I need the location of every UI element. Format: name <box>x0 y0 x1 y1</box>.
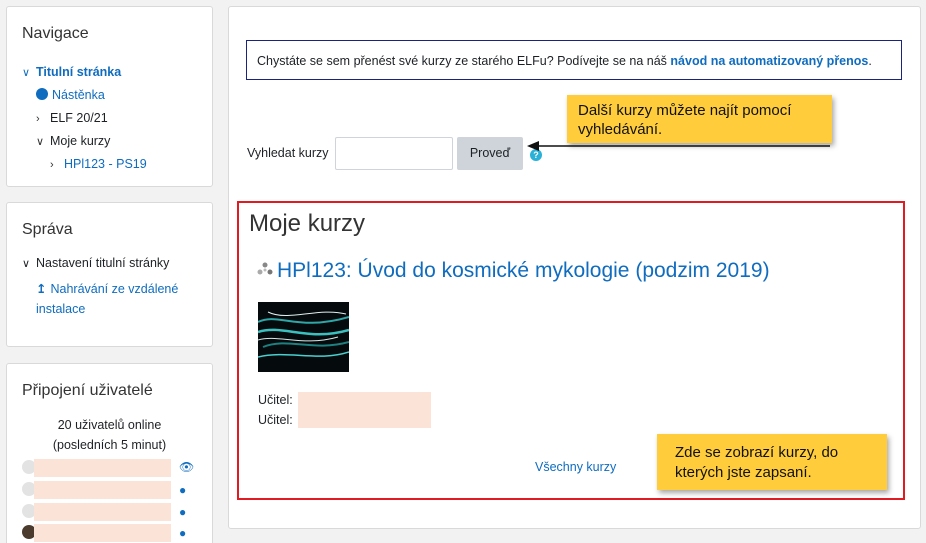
user-row[interactable]: ● <box>22 503 202 521</box>
dashboard-icon <box>36 88 48 100</box>
navigation-list: ∨ Titulní stránka Nástěnka › ELF 20/21 ∨ Mo… <box>22 61 147 176</box>
eye-icon[interactable]: 👁 <box>179 460 194 474</box>
course-title-link[interactable]: HPl123: Úvod do kosmické mykologie (podz… <box>277 259 770 283</box>
tooltip-line: kterých jste zapsaní. <box>675 464 812 481</box>
chevron-down-icon: ∨ <box>36 136 45 148</box>
nav-item-course[interactable]: › HPl123 - PS19 <box>22 153 147 176</box>
notice-banner: Chystáte se sem přenést své kurzy ze sta… <box>246 40 902 80</box>
nav-item-label[interactable]: Moje kurzy <box>50 134 110 148</box>
nav-item-elf[interactable]: › ELF 20/21 <box>22 107 147 130</box>
search-input[interactable] <box>335 137 453 170</box>
upload-icon: ↥ <box>36 282 47 296</box>
nav-item-label[interactable]: HPl123 - PS19 <box>64 157 147 171</box>
navigation-title: Navigace <box>22 25 89 42</box>
message-icon[interactable]: ● <box>179 526 186 540</box>
teacher-label: Učitel: <box>258 413 293 427</box>
blurred-username <box>34 481 171 499</box>
online-period: (posledních 5 minut) <box>52 438 167 452</box>
user-row[interactable]: ● <box>22 524 202 542</box>
blurred-username <box>34 503 171 521</box>
tooltip-line: Další kurzy můžete najít pomocí <box>578 102 792 119</box>
teacher-label: Učitel: <box>258 393 293 407</box>
navigation-block: Navigace ∨ Titulní stránka Nástěnka › ELF … <box>6 6 213 187</box>
blurred-teacher-name <box>298 410 431 428</box>
user-row[interactable]: 👁 <box>22 459 202 477</box>
nav-item-label[interactable]: ELF 20/21 <box>50 111 108 125</box>
blurred-teacher-name <box>298 392 431 410</box>
chevron-right-icon: › <box>36 113 40 125</box>
nav-item-home[interactable]: ∨ Titulní stránka <box>22 61 147 84</box>
course-image-art <box>258 311 349 358</box>
nav-item-label[interactable]: Titulní stránka <box>36 65 121 79</box>
online-users-block: Připojení uživatelé 20 uživatelů online … <box>6 363 213 543</box>
nav-item-dashboard[interactable]: Nástěnka <box>22 84 147 107</box>
courses-tooltip: Zde se zobrazí kurzy, do kterých jste za… <box>657 434 887 490</box>
course-image[interactable] <box>258 302 349 372</box>
admin-item-label-cont[interactable]: instalace <box>36 302 85 316</box>
online-users-title: Připojení uživatelé <box>22 382 153 399</box>
blurred-username <box>34 459 171 477</box>
admin-item-label[interactable]: Nastavení titulní stránky <box>36 256 169 270</box>
all-courses-link[interactable]: Všechny kurzy <box>535 460 616 474</box>
automated-transfer-link[interactable]: návod na automatizovaný přenos <box>670 54 868 68</box>
nav-item-my-courses[interactable]: ∨ Moje kurzy <box>22 130 147 153</box>
notice-text: Chystáte se sem přenést své kurzy ze sta… <box>257 54 671 68</box>
blurred-username <box>34 524 171 542</box>
admin-item-frontpage-settings[interactable]: ∨ Nastavení titulní stránky <box>22 256 169 270</box>
search-label: Vyhledat kurzy <box>247 146 329 160</box>
message-icon[interactable]: ● <box>179 483 186 497</box>
chevron-right-icon: › <box>50 159 54 171</box>
tooltip-line: vyhledávání. <box>578 121 663 138</box>
message-icon[interactable]: ● <box>179 505 186 519</box>
tooltip-line: Zde se zobrazí kurzy, do <box>675 444 839 461</box>
search-tooltip: Další kurzy můžete najít pomocí vyhledáv… <box>567 95 832 143</box>
my-courses-title: Moje kurzy <box>249 210 366 237</box>
admin-item-remote-upload[interactable]: ↥ Nahrávání ze vzdálené instalace <box>36 279 178 319</box>
admin-item-label[interactable]: Nahrávání ze vzdálené <box>50 282 178 296</box>
course-icon <box>257 262 273 275</box>
online-count: 20 uživatelů online <box>57 418 162 432</box>
chevron-down-icon: ∨ <box>22 258 31 270</box>
administration-block: Správa ∨ Nastavení titulní stránky ↥ Nahrá… <box>6 202 213 347</box>
notice-end: . <box>868 54 872 68</box>
search-button[interactable]: Proveď <box>457 137 523 170</box>
user-row[interactable]: ● <box>22 481 202 499</box>
chevron-down-icon: ∨ <box>22 67 31 79</box>
administration-title: Správa <box>22 221 73 238</box>
nav-item-label[interactable]: Nástěnka <box>52 88 105 102</box>
